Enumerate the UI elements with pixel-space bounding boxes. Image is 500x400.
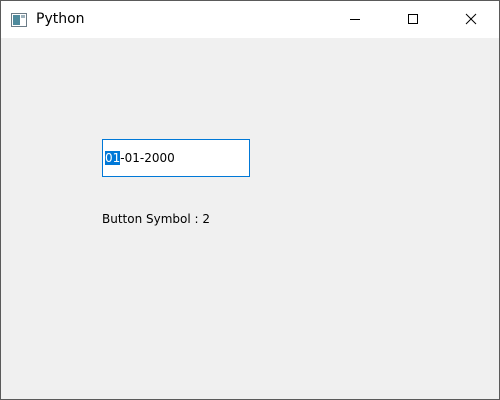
python-app-icon (11, 12, 27, 27)
app-window: Python 01-01-2000 Button Symbol: 2 (0, 0, 500, 400)
close-button[interactable] (442, 1, 500, 38)
close-icon (465, 10, 477, 29)
button-symbol-label: Button Symbol : 2 (102, 212, 211, 226)
maximize-icon (407, 10, 419, 29)
maximize-button[interactable] (384, 1, 442, 38)
date-rest-text: -01-2000 (120, 151, 175, 165)
minimize-icon (349, 10, 361, 29)
title-bar[interactable]: Python (1, 1, 499, 38)
date-day-section-selected[interactable]: 01 (105, 151, 121, 165)
date-edit-value: 01-01-2000 (105, 151, 175, 166)
window-content: 01-01-2000 Button Symbol : 2 (1, 38, 499, 399)
minimize-button[interactable] (326, 1, 384, 38)
window-title: Python (36, 11, 85, 27)
date-edit-input[interactable]: 01-01-2000 (102, 139, 250, 177)
